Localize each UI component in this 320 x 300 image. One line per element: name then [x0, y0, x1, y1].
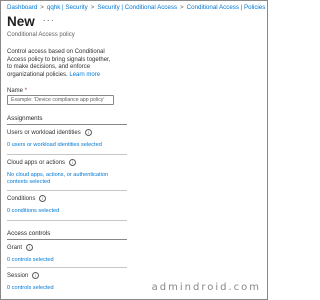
- name-label: Name *: [7, 88, 27, 94]
- breadcrumb-conditional-access[interactable]: Security | Conditional Access: [97, 4, 177, 11]
- breadcrumb-separator: >: [180, 4, 184, 11]
- info-icon[interactable]: i: [69, 159, 77, 166]
- cloud-apps-selection-link[interactable]: No cloud apps, actions, or authenticatio…: [7, 172, 125, 186]
- info-icon[interactable]: i: [39, 195, 47, 202]
- users-label-text: Users or workload identities: [7, 129, 81, 136]
- cloud-apps-label-text: Cloud apps or actions: [7, 159, 66, 166]
- policy-name-input[interactable]: [7, 95, 114, 105]
- breadcrumb: Dashboard > qqhk | Security > Security | Con…: [7, 4, 267, 11]
- users-selection-link[interactable]: 0 users or workload identities selected: [7, 142, 102, 149]
- more-options-icon[interactable]: ···: [43, 15, 55, 25]
- info-icon[interactable]: i: [26, 244, 34, 251]
- access-controls-divider: [7, 239, 127, 240]
- section-divider: [7, 220, 127, 221]
- breadcrumb-separator: >: [90, 4, 95, 11]
- cloud-apps-label: Cloud apps or actions i: [7, 159, 77, 166]
- policy-panel: Dashboard > qqhk | Security > Security | Con…: [0, 0, 268, 300]
- page-subtitle: Conditional Access policy: [7, 32, 75, 38]
- section-divider: [7, 267, 127, 268]
- access-controls-heading: Access controls: [7, 230, 51, 237]
- info-icon[interactable]: i: [32, 272, 40, 279]
- conditions-label-text: Conditions: [7, 195, 36, 202]
- learn-more-link[interactable]: Learn more: [69, 72, 100, 78]
- assignments-heading: Assignments: [7, 115, 43, 122]
- conditions-selection-link[interactable]: 0 conditions selected: [7, 208, 59, 215]
- conditions-label: Conditions i: [7, 195, 47, 202]
- grant-selection-link[interactable]: 0 controls selected: [7, 257, 54, 264]
- assignments-divider: [7, 124, 127, 125]
- session-selection-link[interactable]: 0 controls selected: [7, 285, 54, 292]
- breadcrumb-policies[interactable]: Conditional Access | Policies: [187, 4, 266, 11]
- grant-label: Grant i: [7, 244, 34, 251]
- session-label-text: Session: [7, 272, 29, 279]
- section-divider: [7, 154, 127, 155]
- breadcrumb-separator: >: [40, 4, 44, 11]
- page-title: New: [7, 14, 35, 29]
- breadcrumb-security[interactable]: qqhk | Security: [47, 4, 88, 11]
- users-label: Users or workload identities i: [7, 129, 92, 136]
- name-label-text: Name: [7, 88, 24, 94]
- title-row: New ···: [7, 14, 55, 29]
- policy-description: Control access based on Conditional Acce…: [7, 49, 113, 79]
- session-label: Session i: [7, 272, 40, 279]
- breadcrumb-dashboard[interactable]: Dashboard: [7, 4, 37, 11]
- section-divider: [7, 190, 127, 191]
- grant-label-text: Grant: [7, 244, 23, 251]
- required-mark: *: [24, 88, 28, 94]
- info-icon[interactable]: i: [84, 129, 92, 136]
- watermark: admindroid.com: [151, 282, 261, 293]
